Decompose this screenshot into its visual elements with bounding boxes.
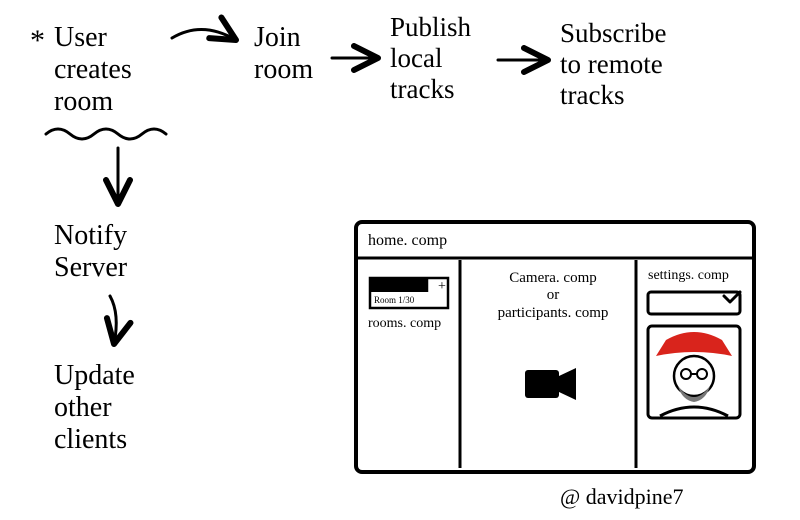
step-notify-server: Notify Server: [54, 220, 127, 284]
label-rooms-comp: rooms. comp: [368, 316, 441, 332]
step-user-creates-room: User creates room: [54, 22, 132, 119]
label-camera-participants: Camera. comp or participants. comp: [478, 270, 628, 322]
author-credit: @ davidpine7: [560, 484, 684, 509]
step-join-room: Join room: [254, 22, 313, 86]
svg-text:+: +: [438, 279, 446, 294]
asterisk-icon: *: [30, 24, 45, 59]
step-update-other-clients: Update other clients: [54, 360, 135, 457]
label-settings-comp: settings. comp: [648, 268, 729, 284]
camera-icon: [525, 368, 576, 400]
room-name-text: Room 1/30: [374, 295, 415, 305]
label-home-comp: home. comp: [368, 232, 447, 250]
step-publish-local-tracks: Publish local tracks: [390, 12, 471, 105]
step-subscribe-remote-tracks: Subscribe to remote tracks: [560, 18, 666, 111]
